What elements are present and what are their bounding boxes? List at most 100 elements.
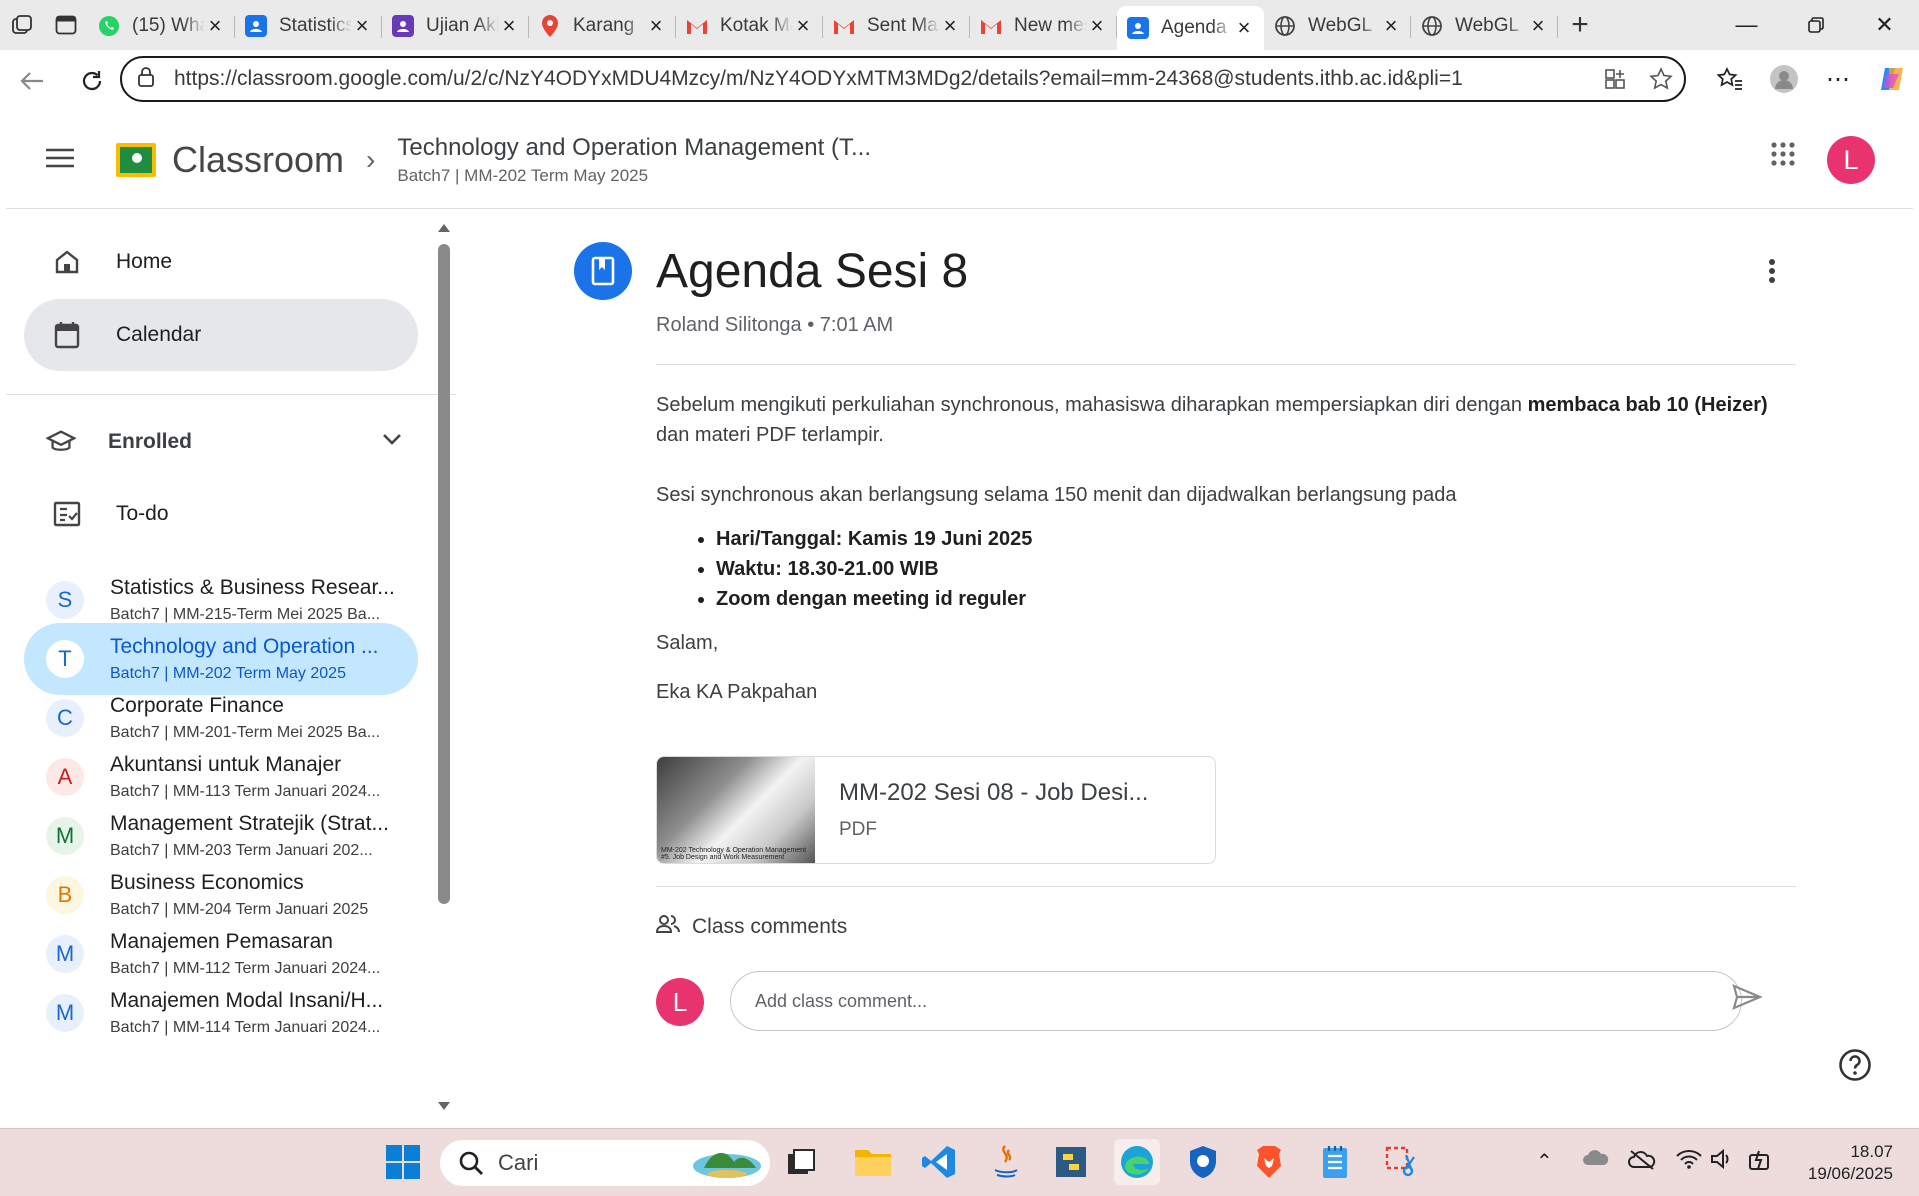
schedule-list: Hari/Tanggal: Kamis 19 Juni 2025 Waktu: … (716, 524, 1796, 614)
sidebar-course-item[interactable]: M Manajemen Modal Insani/H... Batch7 | MM-… (24, 977, 418, 1049)
globe-icon (1421, 15, 1443, 37)
browser-tab[interactable]: New message× (970, 6, 1117, 46)
browser-tab[interactable]: WebGL × (1264, 6, 1411, 46)
tab-actions-icon[interactable] (44, 0, 88, 50)
minimize-button[interactable]: — (1712, 0, 1781, 50)
onedrive-icon[interactable] (1582, 1149, 1610, 1173)
app-name[interactable]: Classroom (172, 139, 344, 181)
browser-tab[interactable]: Agenda × (1117, 6, 1264, 50)
course-avatar: M (46, 817, 84, 855)
globe-icon (1274, 15, 1296, 37)
list-item: Zoom dengan meeting id reguler (716, 584, 1796, 614)
sidebar-item-enrolled[interactable]: Enrolled (24, 406, 418, 478)
reload-button[interactable] (72, 61, 112, 101)
volume-icon[interactable] (1710, 1148, 1734, 1175)
browser-tab[interactable]: Kotak Masuk× (676, 6, 823, 46)
attachment-card[interactable]: MM-202 Technology & Operation Management… (656, 756, 1216, 864)
chevron-right-icon: › (366, 144, 376, 175)
vscode-icon[interactable] (916, 1139, 962, 1185)
course-avatar: C (46, 699, 84, 737)
url-text[interactable]: https://classroom.google.com/u/2/c/NzY4O… (174, 67, 1592, 91)
new-tab-button[interactable]: + (1558, 8, 1602, 42)
app-available-icon[interactable] (1592, 68, 1638, 90)
sidebar-scroll-thumb[interactable] (438, 244, 450, 904)
browser-tab[interactable]: WebGL × (1411, 6, 1558, 46)
course-avatar: M (46, 935, 84, 973)
profile-icon[interactable] (1757, 64, 1811, 94)
close-tab-icon[interactable]: × (1381, 13, 1401, 39)
course-item-subtitle: Batch7 | MM-202 Term May 2025 (110, 665, 346, 682)
close-window-button[interactable]: ✕ (1850, 0, 1919, 50)
send-icon[interactable] (1732, 984, 1763, 1015)
close-tab-icon[interactable]: × (1087, 13, 1107, 39)
restore-button[interactable] (1781, 0, 1850, 50)
todo-icon (52, 501, 82, 527)
task-view-icon[interactable] (778, 1139, 824, 1185)
sidebar-item-todo[interactable]: To-do (24, 478, 418, 550)
workspaces-icon[interactable] (0, 0, 44, 50)
google-apps-icon[interactable] (1771, 142, 1795, 171)
attachment-thumbnail[interactable]: MM-202 Technology & Operation Management… (657, 757, 815, 863)
file-explorer-icon[interactable] (850, 1139, 896, 1185)
windows-start-icon[interactable] (380, 1139, 426, 1185)
account-avatar[interactable]: L (1827, 136, 1875, 184)
close-tab-icon[interactable]: × (1528, 13, 1548, 39)
breadcrumb[interactable]: Technology and Operation Management (T..… (397, 134, 871, 186)
sidebar-item-label: Home (116, 250, 173, 273)
forms-icon (392, 15, 414, 37)
brave-icon[interactable] (1246, 1139, 1292, 1185)
java-icon[interactable] (982, 1139, 1028, 1185)
close-tab-icon[interactable]: × (1234, 15, 1254, 41)
help-icon[interactable] (1838, 1048, 1872, 1087)
close-tab-icon[interactable]: × (352, 13, 372, 39)
browser-tab[interactable]: (15) WhatsApp× (88, 6, 235, 46)
course-title[interactable]: Technology and Operation Management (T..… (397, 134, 871, 162)
clock-date: 19/06/2025 (1807, 1164, 1893, 1183)
url-field[interactable]: https://classroom.google.com/u/2/c/NzY4O… (120, 56, 1686, 102)
course-item-title: Technology and Operation ... (110, 635, 379, 658)
attachment-name[interactable]: MM-202 Sesi 08 - Job Desi... (839, 779, 1148, 807)
close-tab-icon[interactable]: × (499, 13, 519, 39)
edge-icon[interactable] (1114, 1139, 1160, 1185)
class-comment-input[interactable]: Add class comment... (730, 971, 1742, 1031)
post-paragraph: Sesi synchronous akan berlangsung selama… (656, 484, 1457, 506)
lock-icon[interactable] (136, 66, 160, 93)
more-vert-icon[interactable] (1768, 258, 1776, 289)
sidebar-item-home[interactable]: Home (24, 226, 418, 298)
more-menu-icon[interactable]: ⋯ (1811, 65, 1865, 94)
close-tab-icon[interactable]: × (793, 13, 813, 39)
course-avatar: T (46, 640, 84, 678)
course-item-subtitle: Batch7 | MM-204 Term Januari 2025 (110, 901, 369, 918)
back-button[interactable] (12, 61, 52, 101)
favorite-star-icon[interactable] (1638, 67, 1684, 91)
snipping-tool-icon[interactable] (1378, 1139, 1424, 1185)
close-tab-icon[interactable]: × (205, 13, 225, 39)
browser-tab[interactable]: Ujian Akhir× (382, 6, 529, 46)
cloud-off-icon[interactable] (1628, 1149, 1656, 1177)
system-clock[interactable]: 18.07 19/06/2025 (1808, 1141, 1893, 1185)
course-item-subtitle: Batch7 | MM-114 Term Januari 2024... (110, 1019, 381, 1036)
tab-title: Karang (573, 15, 635, 36)
taskbar-search[interactable]: Cari (440, 1140, 770, 1186)
favorites-icon[interactable] (1703, 67, 1757, 91)
windows-taskbar: Cari ⌃ 18.07 19/06/2025 (0, 1128, 1919, 1196)
post-time: 7:01 AM (819, 314, 894, 336)
main-menu-icon[interactable] (46, 148, 76, 173)
vpn-shield-icon[interactable] (1180, 1139, 1226, 1185)
browser-tab[interactable]: Statistics × (235, 6, 382, 46)
list-item: Waktu: 18.30-21.00 WIB (716, 554, 1796, 584)
battery-icon[interactable] (1748, 1149, 1772, 1177)
browser-tab[interactable]: Sent Mail × (823, 6, 970, 46)
browser-tab[interactable]: Karang × (529, 6, 676, 46)
notepad-icon[interactable] (1312, 1139, 1358, 1185)
sidebar-item-calendar[interactable]: Calendar (24, 299, 418, 371)
python-icon[interactable] (1048, 1139, 1094, 1185)
classroom-logo[interactable] (116, 143, 156, 177)
chevron-down-icon[interactable] (382, 432, 402, 450)
close-tab-icon[interactable]: × (646, 13, 666, 39)
copilot-icon[interactable] (1865, 64, 1919, 94)
show-hidden-icons[interactable]: ⌃ (1536, 1149, 1553, 1174)
clock-time: 18.07 (1850, 1142, 1893, 1161)
close-tab-icon[interactable]: × (940, 13, 960, 39)
wifi-icon[interactable] (1676, 1149, 1702, 1175)
